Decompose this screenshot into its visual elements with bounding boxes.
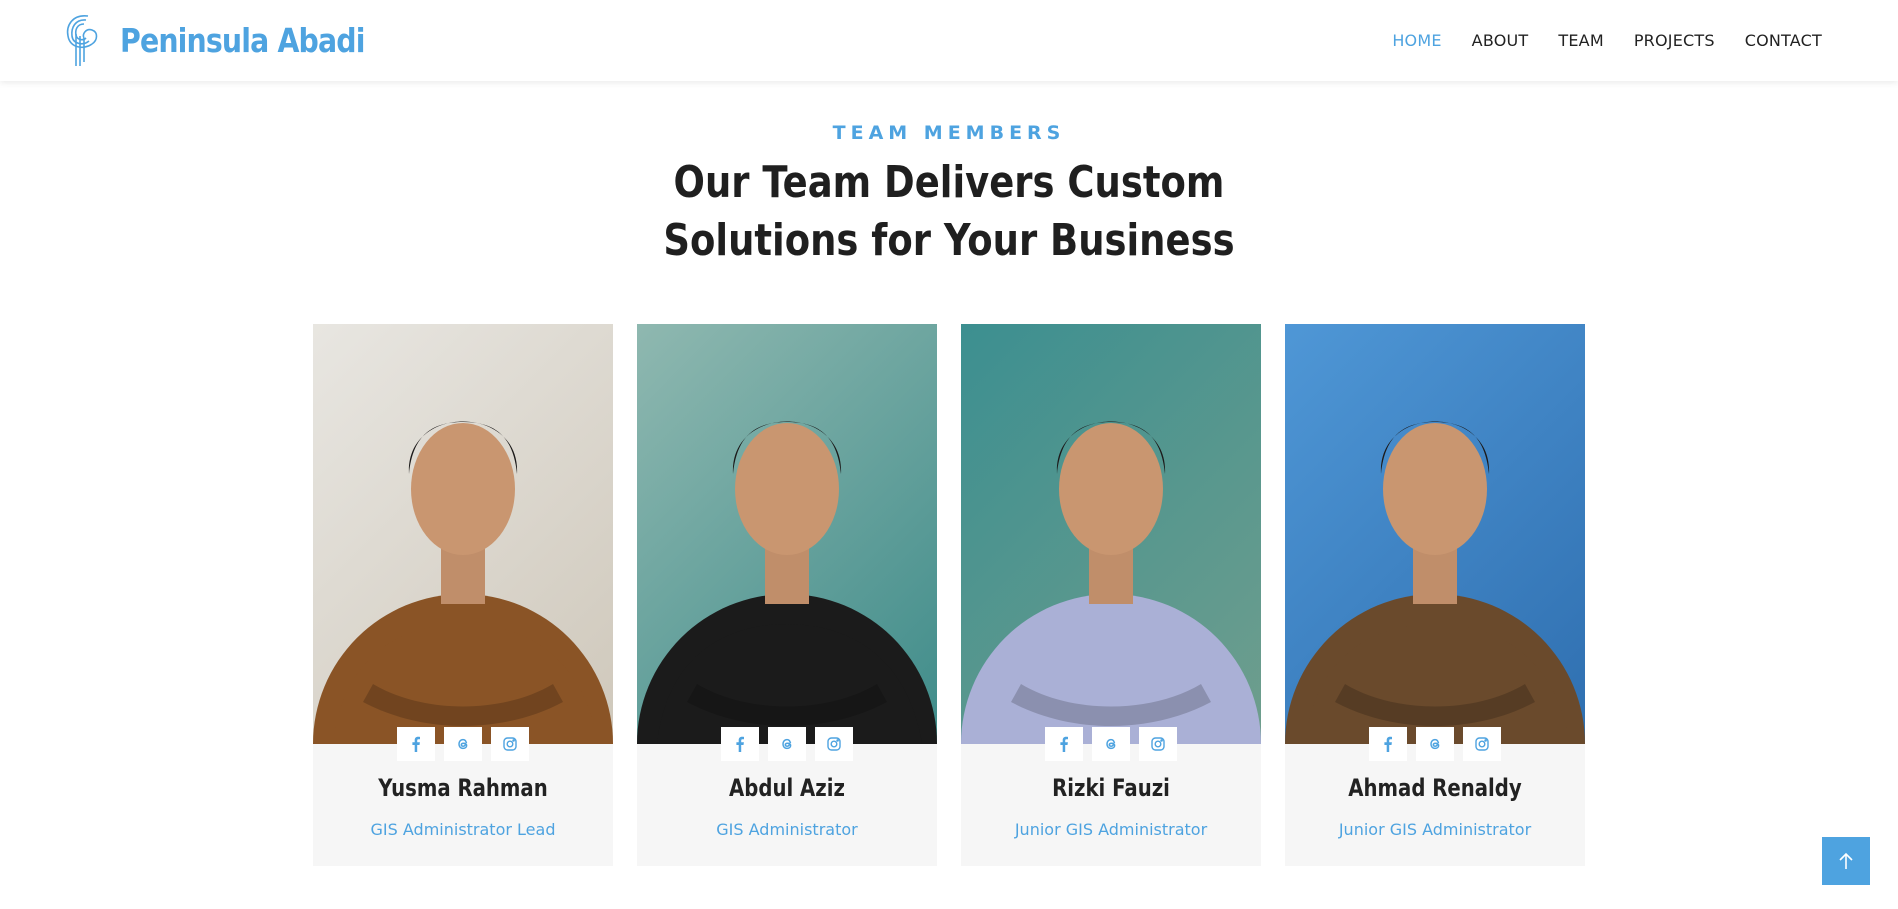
social-links bbox=[961, 727, 1261, 761]
member-role: Junior GIS Administrator bbox=[1014, 820, 1208, 839]
nav-about[interactable]: ABOUT bbox=[1472, 31, 1529, 50]
instagram-link[interactable] bbox=[815, 727, 853, 761]
threads-icon bbox=[458, 738, 468, 750]
member-name: Abdul Aziz bbox=[729, 774, 845, 802]
member-photo bbox=[1285, 324, 1585, 744]
instagram-icon bbox=[827, 737, 841, 751]
member-photo bbox=[637, 324, 937, 744]
member-portrait bbox=[313, 421, 613, 744]
facebook-icon bbox=[736, 736, 744, 752]
member-photo bbox=[313, 324, 613, 744]
member-name: Ahmad Renaldy bbox=[1348, 774, 1522, 802]
facebook-icon bbox=[1060, 736, 1068, 752]
site-header: Peninsula Abadi HOME ABOUT TEAM PROJECTS… bbox=[0, 0, 1898, 81]
team-cards: Yusma Rahman GIS Administrator Lead Abdu… bbox=[313, 324, 1585, 866]
member-role: GIS Administrator bbox=[716, 820, 858, 839]
nav-home[interactable]: HOME bbox=[1392, 31, 1441, 50]
member-portrait bbox=[961, 421, 1261, 744]
instagram-icon bbox=[503, 737, 517, 751]
arrow-up-icon bbox=[1839, 852, 1853, 869]
team-card: Rizki Fauzi Junior GIS Administrator bbox=[961, 324, 1261, 866]
social-links bbox=[637, 727, 937, 761]
nav-projects[interactable]: PROJECTS bbox=[1634, 31, 1715, 50]
instagram-icon bbox=[1151, 737, 1165, 751]
facebook-icon bbox=[1384, 736, 1392, 752]
team-card: Yusma Rahman GIS Administrator Lead bbox=[313, 324, 613, 866]
section-title-line-2: Solutions for Your Business bbox=[663, 215, 1235, 266]
team-section-heading: TEAM MEMBERS Our Team Delivers Custom So… bbox=[0, 122, 1898, 270]
social-links bbox=[313, 727, 613, 761]
threads-icon bbox=[1106, 738, 1116, 750]
threads-icon bbox=[1430, 738, 1440, 750]
nav-team[interactable]: TEAM bbox=[1558, 31, 1603, 50]
instagram-link[interactable] bbox=[1139, 727, 1177, 761]
threads-link[interactable] bbox=[1092, 727, 1130, 761]
facebook-link[interactable] bbox=[721, 727, 759, 761]
team-card: Abdul Aziz GIS Administrator bbox=[637, 324, 937, 866]
member-role: Junior GIS Administrator bbox=[1338, 820, 1532, 839]
team-card: Ahmad Renaldy Junior GIS Administrator bbox=[1285, 324, 1585, 866]
instagram-link[interactable] bbox=[491, 727, 529, 761]
back-to-top-button[interactable] bbox=[1822, 837, 1870, 885]
facebook-icon bbox=[412, 736, 420, 752]
member-photo bbox=[961, 324, 1261, 744]
section-title-line-1: Our Team Delivers Custom bbox=[673, 157, 1225, 208]
threads-link[interactable] bbox=[1416, 727, 1454, 761]
member-role: GIS Administrator Lead bbox=[370, 820, 556, 839]
threads-link[interactable] bbox=[444, 727, 482, 761]
nav-contact[interactable]: CONTACT bbox=[1745, 31, 1822, 50]
brand-logo[interactable]: Peninsula Abadi bbox=[62, 0, 404, 81]
social-links bbox=[1285, 727, 1585, 761]
member-name: Rizki Fauzi bbox=[1052, 774, 1170, 802]
logo-icon bbox=[66, 14, 98, 66]
member-portrait bbox=[1285, 421, 1585, 744]
member-portrait bbox=[637, 421, 937, 744]
facebook-link[interactable] bbox=[397, 727, 435, 761]
facebook-link[interactable] bbox=[1369, 727, 1407, 761]
instagram-icon bbox=[1475, 737, 1489, 751]
facebook-link[interactable] bbox=[1045, 727, 1083, 761]
brand-name: Peninsula Abadi bbox=[120, 21, 365, 60]
threads-link[interactable] bbox=[768, 727, 806, 761]
section-title: Our Team Delivers Custom Solutions for Y… bbox=[663, 154, 1234, 270]
main-nav: HOME ABOUT TEAM PROJECTS CONTACT bbox=[1392, 31, 1822, 50]
threads-icon bbox=[782, 738, 792, 750]
instagram-link[interactable] bbox=[1463, 727, 1501, 761]
section-eyebrow: TEAM MEMBERS bbox=[832, 122, 1066, 144]
member-name: Yusma Rahman bbox=[378, 774, 548, 802]
